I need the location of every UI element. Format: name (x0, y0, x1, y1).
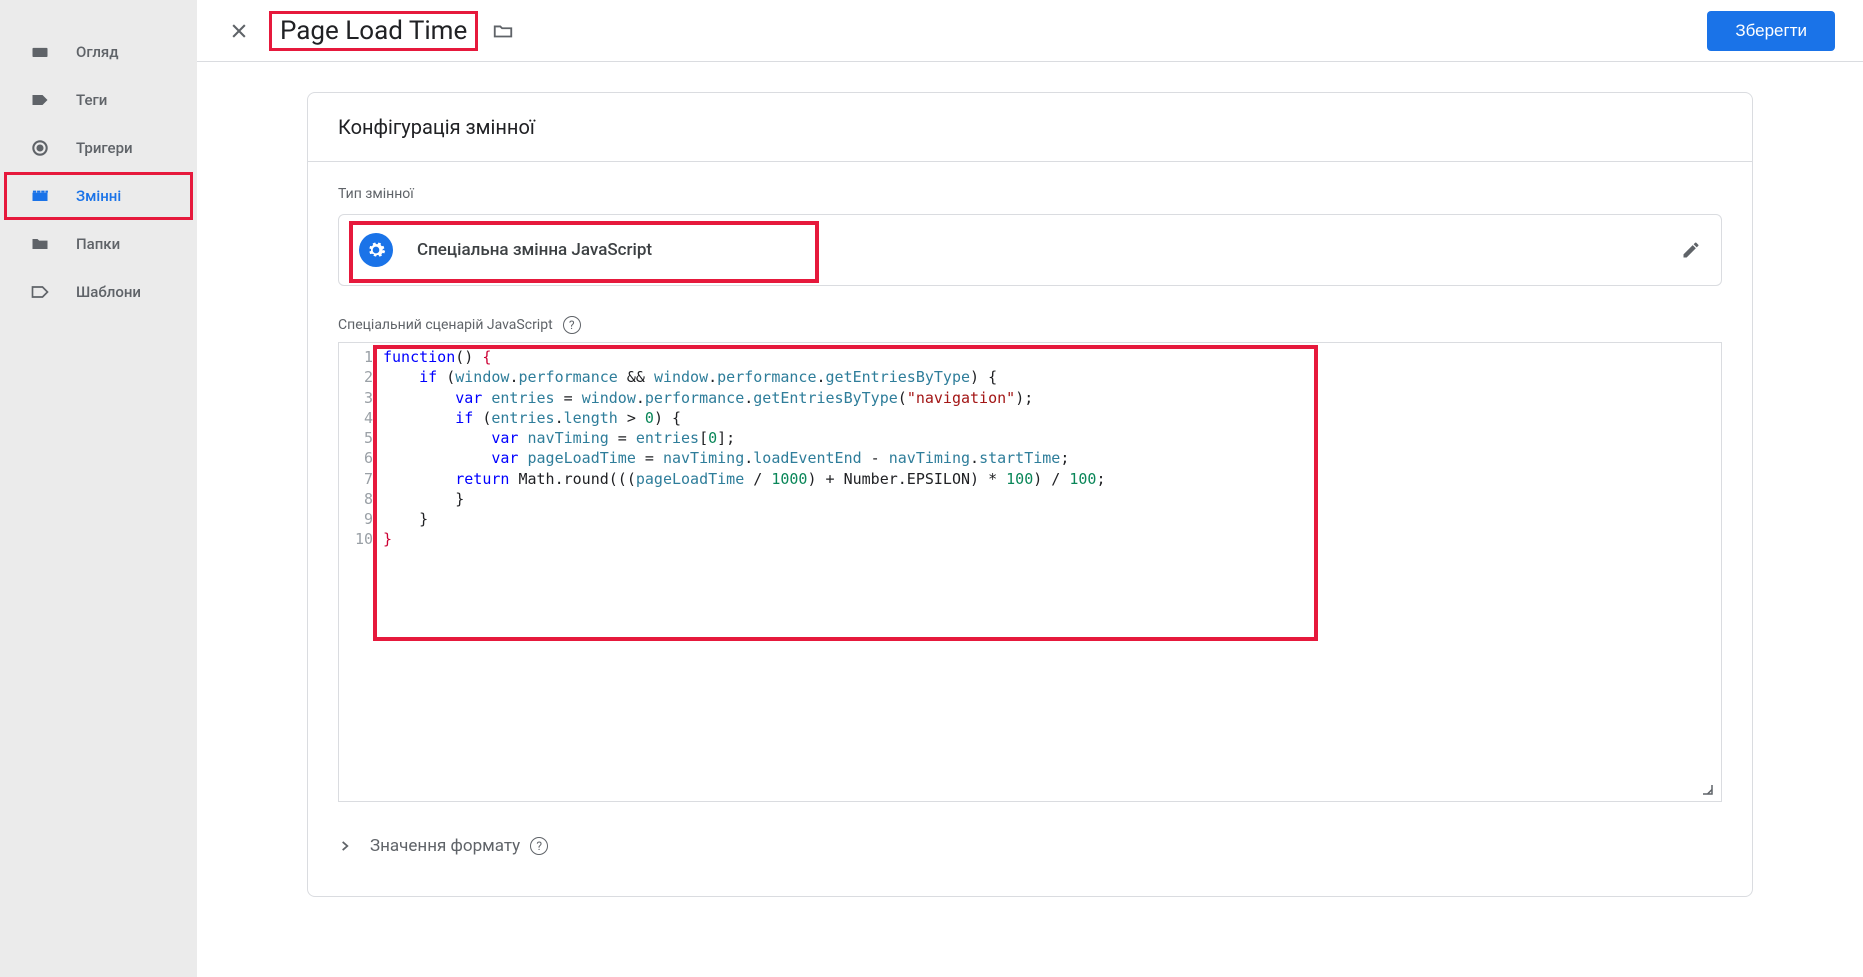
config-heading: Конфігурація змінної (308, 93, 1752, 162)
help-icon[interactable]: ? (530, 837, 548, 855)
template-icon (30, 282, 54, 302)
sidebar-item-label: Теги (76, 91, 107, 109)
variable-type-value: Спеціальна змінна JavaScript (417, 240, 652, 260)
sidebar-item-overview[interactable]: Огляд (0, 28, 197, 76)
config-card: Конфігурація змінної Тип змінної Спеціал… (307, 92, 1753, 897)
code-content[interactable]: function() { if (window.performance && w… (379, 343, 1721, 801)
sidebar-item-label: Шаблони (76, 283, 141, 301)
sidebar-item-label: Тригери (76, 139, 133, 157)
sidebar-item-triggers[interactable]: Тригери (0, 124, 197, 172)
gear-icon (359, 233, 393, 267)
line-gutter: 12345678910 (339, 343, 379, 801)
variable-icon (30, 186, 54, 206)
close-button[interactable] (219, 11, 259, 51)
format-label: Значення формату (370, 836, 520, 856)
help-icon[interactable]: ? (563, 316, 581, 334)
variable-type-row[interactable]: Спеціальна змінна JavaScript (338, 214, 1722, 286)
folder-select-icon[interactable] (492, 20, 514, 42)
edit-icon[interactable] (1681, 240, 1701, 260)
sidebar-item-label: Папки (76, 235, 120, 253)
sidebar-item-folders[interactable]: Папки (0, 220, 197, 268)
dashboard-icon (30, 42, 54, 62)
topbar: Page Load Time Зберегти (197, 0, 1863, 62)
script-label: Спеціальний сценарій JavaScript (338, 317, 553, 333)
sidebar: Огляд Теги Тригери Змінні Папки (0, 0, 197, 977)
sidebar-item-label: Огляд (76, 43, 119, 61)
sidebar-item-tags[interactable]: Теги (0, 76, 197, 124)
main-panel: Page Load Time Зберегти Конфігурація змі… (197, 0, 1863, 977)
tag-icon (30, 90, 54, 110)
page-title[interactable]: Page Load Time (269, 11, 478, 51)
chevron-right-icon (338, 839, 352, 853)
folder-icon (30, 234, 54, 254)
type-label: Тип змінної (338, 186, 1722, 202)
sidebar-item-templates[interactable]: Шаблони (0, 268, 197, 316)
trigger-icon (30, 138, 54, 158)
sidebar-item-variables[interactable]: Змінні (4, 172, 193, 220)
resize-icon[interactable] (1697, 779, 1715, 797)
save-button[interactable]: Зберегти (1707, 11, 1835, 51)
sidebar-item-label: Змінні (76, 187, 121, 205)
format-value-toggle[interactable]: Значення формату ? (338, 836, 1722, 856)
code-editor[interactable]: 12345678910 function() { if (window.perf… (338, 342, 1722, 802)
